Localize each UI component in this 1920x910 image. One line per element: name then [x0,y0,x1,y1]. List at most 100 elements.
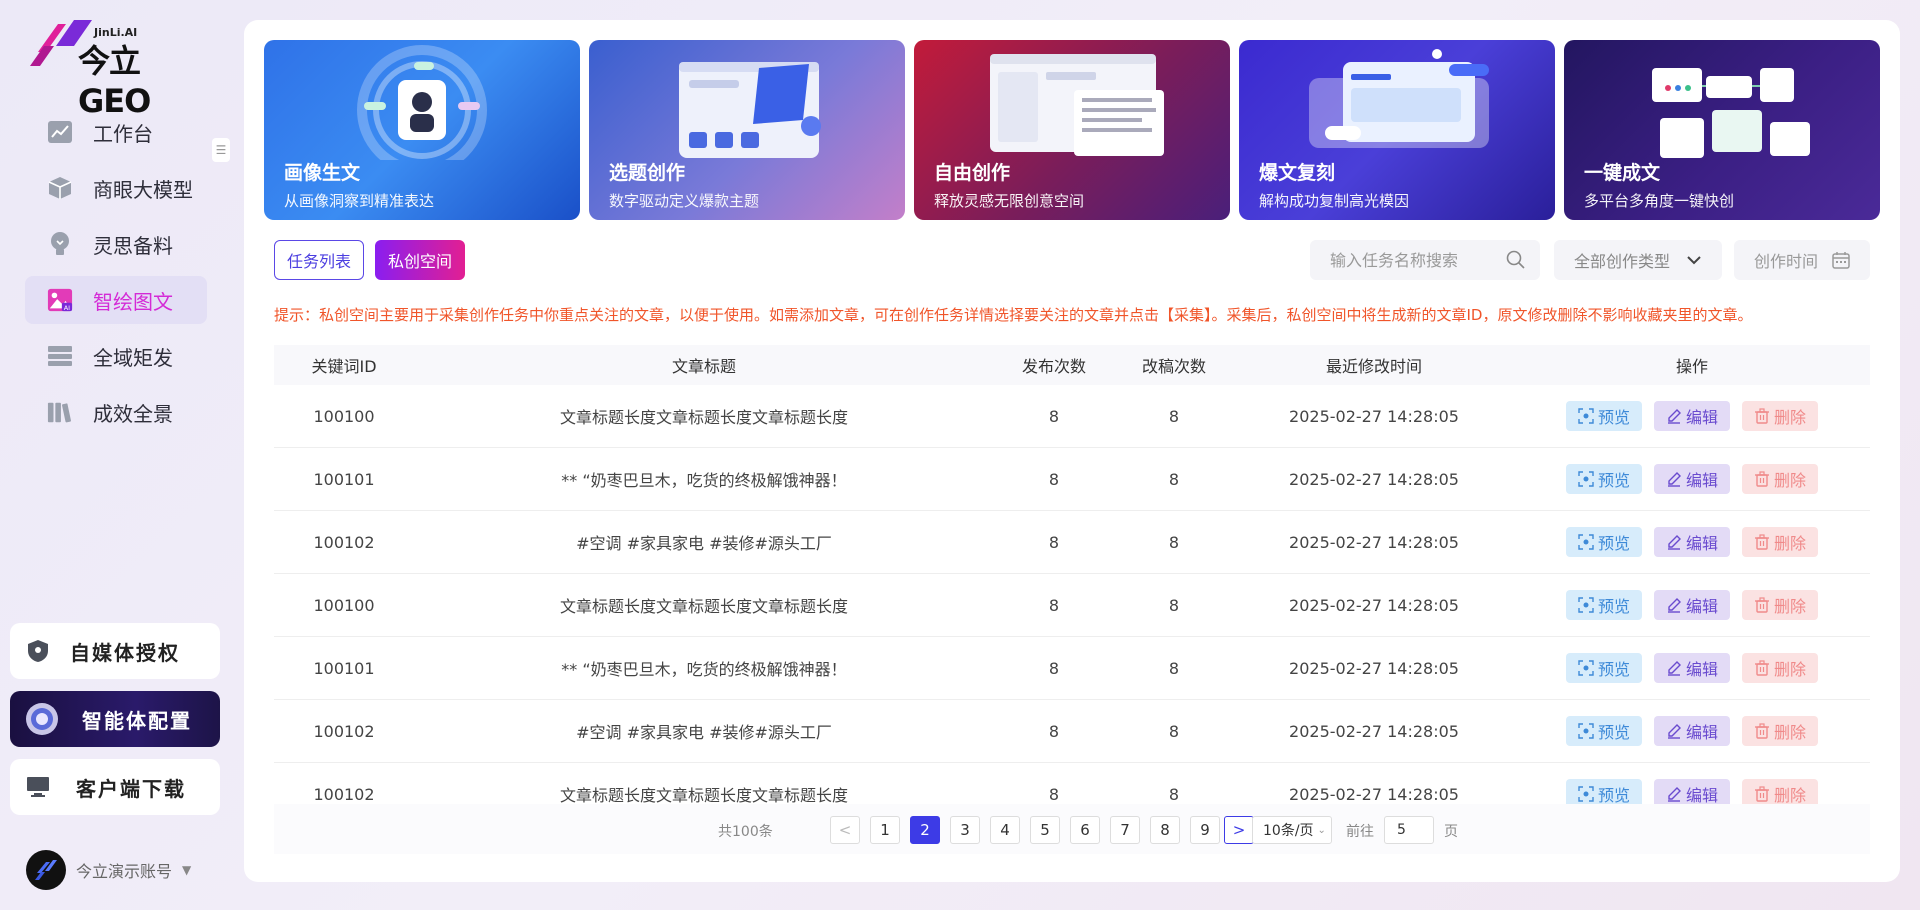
delete-button[interactable]: 删除 [1742,401,1818,431]
delete-label: 删除 [1773,786,1806,805]
goto-unit: 页 [1444,824,1458,840]
creation-type-value: 全部创作类型 [1574,252,1671,271]
keyword-id-cell: 100102 [313,721,375,741]
agent-config-button[interactable]: 智能体配置 [10,691,220,747]
edit-button[interactable]: 编辑 [1654,401,1730,431]
chart-line-icon [47,119,73,145]
banner-subtitle: 从画像洞察到精准表达 [284,192,435,210]
revise-count-cell: 8 [1168,469,1180,489]
search-box [1310,240,1540,280]
sidebar-item-label: 智绘图文 [93,289,173,314]
preview-button[interactable]: 预览 [1566,716,1642,746]
keyword-id-cell: 100102 [313,532,375,552]
trash-icon [1754,471,1770,487]
banner-free-creation[interactable]: 自由创作 释放灵感无限创意空间 [914,40,1230,220]
media-auth-button[interactable]: 自媒体授权 [10,623,220,679]
sidebar-nav: 工作台 商眼大模型 灵思备料 AI 智绘图文 全域矩发 成效全景 [25,108,207,444]
next-page-icon[interactable]: > [1224,816,1254,844]
banner-portrait-writing[interactable]: 画像生文 从画像洞察到精准表达 [264,40,580,220]
delete-button[interactable]: 删除 [1742,590,1818,620]
account-menu[interactable]: 今立演示账号 ▼ [26,850,191,890]
banner-topic-creation[interactable]: 选题创作 数字驱动定义爆款主题 [589,40,905,220]
column-header: 文章标题 [671,357,736,376]
revise-count-cell: 8 [1168,784,1180,804]
search-icon[interactable] [1506,250,1526,274]
preview-button[interactable]: 预览 [1566,779,1642,805]
portrait-illustration-icon [357,45,487,160]
preview-label: 预览 [1597,660,1630,679]
article-title-cell: ** “奶枣巴旦木，吃货的终极解饿神器！ [561,471,847,490]
collapse-sidebar-icon[interactable]: ☰ [212,138,230,162]
delete-button[interactable]: 删除 [1742,716,1818,746]
pencil-icon [1666,597,1682,613]
tab-task-list[interactable]: 任务列表 [274,240,364,280]
publish-count-cell: 8 [1048,784,1060,804]
sidebar-item-overview[interactable]: 成效全景 [25,388,207,436]
page-button[interactable]: 6 [1070,816,1100,844]
page-button[interactable]: 1 [870,816,900,844]
page-button[interactable]: 8 [1150,816,1180,844]
edit-button[interactable]: 编辑 [1654,464,1730,494]
topic-illustration-icon [679,62,821,158]
delete-button[interactable]: 删除 [1742,464,1818,494]
edit-button[interactable]: 编辑 [1654,527,1730,557]
preview-label: 预览 [1597,471,1630,490]
revise-count-cell: 8 [1168,532,1180,552]
preview-button[interactable]: 预览 [1566,653,1642,683]
banner-hit-replicate[interactable]: 爆文复刻 解构成功复制高光模因 [1239,40,1555,220]
edit-button[interactable]: 编辑 [1654,716,1730,746]
sidebar-item-distribution[interactable]: 全域矩发 [25,332,207,380]
preview-button[interactable]: 预览 [1566,527,1642,557]
publish-count-cell: 8 [1048,595,1060,615]
preview-label: 预览 [1597,597,1630,616]
prev-page-icon[interactable]: < [830,816,860,844]
page-size-select[interactable]: 10条/页 ⌄ [1252,816,1332,844]
search-input[interactable] [1330,250,1500,270]
sidebar-item-label: 工作台 [93,121,153,146]
table-row: 100101 ** “奶枣巴旦木，吃货的终极解饿神器！ 8 8 2025-02-27 1… [274,637,1870,700]
agent-orb-icon [24,701,60,737]
sidebar-item-workbench[interactable]: 工作台 [25,108,207,156]
column-header: 最近修改时间 [1325,357,1422,376]
creation-type-select[interactable]: 全部创作类型 [1554,240,1722,280]
sidebar-item-label: 商眼大模型 [93,177,193,202]
client-download-button[interactable]: 客户端下载 [10,759,220,815]
goto-page-input[interactable]: 5 [1384,816,1434,844]
page-button[interactable]: 9 [1190,816,1220,844]
edit-button[interactable]: 编辑 [1654,653,1730,683]
modified-time-cell: 2025-02-27 14:28:05 [1289,406,1459,426]
table-row: 100102 文章标题长度文章标题长度文章标题长度 8 8 2025-02-27 14:… [274,763,1870,805]
delete-button[interactable]: 删除 [1742,527,1818,557]
publish-count-cell: 8 [1048,469,1060,489]
page-button[interactable]: 5 [1030,816,1060,844]
creation-time-picker[interactable]: 创作时间 [1734,240,1870,280]
delete-button[interactable]: 删除 [1742,779,1818,805]
ai-image-icon: AI [47,287,73,313]
preview-button[interactable]: 预览 [1566,590,1642,620]
preview-label: 预览 [1597,786,1630,805]
page-button[interactable]: 4 [990,816,1020,844]
sidebar-item-ai-image[interactable]: AI 智绘图文 [25,276,207,324]
eye-scan-icon [1578,408,1594,424]
page-button[interactable]: 7 [1110,816,1140,844]
keyword-id-cell: 100100 [313,595,375,615]
delete-label: 删除 [1773,660,1806,679]
edit-button[interactable]: 编辑 [1654,779,1730,805]
preview-button[interactable]: 预览 [1566,464,1642,494]
modified-time-cell: 2025-02-27 14:28:05 [1289,469,1459,489]
tab-private-space[interactable]: 私创空间 [375,240,465,280]
page-button[interactable]: 2 [910,816,940,844]
page-button[interactable]: 3 [950,816,980,844]
hit-replicate-illustration-icon [1309,49,1489,148]
eye-scan-icon [1578,723,1594,739]
sidebar-item-model[interactable]: 商眼大模型 [25,164,207,212]
media-auth-label: 自媒体授权 [70,640,180,665]
logo[interactable]: JinLi.AI 今立GEO [30,16,210,120]
delete-button[interactable]: 删除 [1742,653,1818,683]
banner-one-click[interactable]: 一键成文 多平台多角度一键快创 [1564,40,1880,220]
client-download-label: 客户端下载 [76,776,186,801]
edit-button[interactable]: 编辑 [1654,590,1730,620]
sidebar-item-materials[interactable]: 灵思备料 [25,220,207,268]
banner-title: 一键成文 [1584,162,1661,184]
preview-button[interactable]: 预览 [1566,401,1642,431]
